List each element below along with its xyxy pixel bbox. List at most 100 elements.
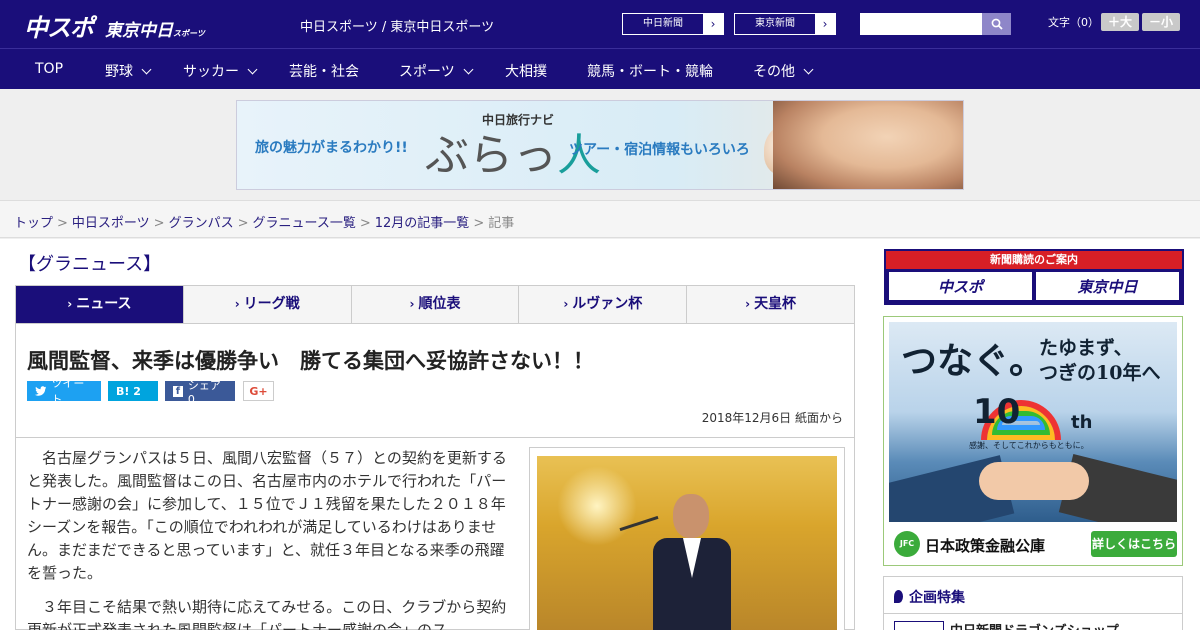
tokyo-shimbun-button[interactable]: 東京新聞 › [734, 13, 836, 35]
nav-top[interactable]: TOP [35, 61, 63, 77]
nav-racing[interactable]: 競馬・ボート・競輪 [587, 61, 713, 81]
search-input[interactable] [860, 13, 982, 35]
twitter-icon [35, 386, 47, 396]
facebook-icon: f [173, 385, 183, 397]
article-photo[interactable] [537, 456, 837, 630]
subscription-logos: 中スポ 東京中日 [886, 269, 1182, 303]
divider [884, 613, 1182, 614]
banner-right-text: ツアー・宿泊情報もいろいろ [569, 142, 750, 158]
tab-label: 順位表 [418, 296, 461, 312]
article-photo-frame [529, 447, 845, 630]
ad-organization: 日本政策金融公庫 [925, 537, 1046, 555]
hatena-label: B! 2 [116, 384, 141, 398]
tweet-button[interactable]: ツイート [27, 377, 101, 406]
tab-news[interactable]: › ニュース [16, 286, 183, 323]
top-header: 中スポ 東京中日スポーツ 中日スポーツ / 東京中日スポーツ 中日新聞 › 東京新… [0, 0, 1200, 48]
chevron-down-icon [803, 64, 814, 75]
tab-standings[interactable]: › 順位表 [350, 286, 519, 323]
article-text: 名古屋グランパスは５日、風間八宏監督（５７）との契約を更新すると発表した。風間監… [27, 447, 507, 630]
feature-title: 企画特集 [894, 587, 965, 607]
tab-levain-cup[interactable]: › ルヴァン杯 [518, 286, 686, 323]
site-names: 中日スポーツ / 東京中日スポーツ [300, 20, 495, 35]
breadcrumb-chunichi-sports[interactable]: 中日スポーツ [72, 216, 150, 231]
chevron-down-icon [463, 64, 474, 75]
nav-label: サッカー [183, 64, 239, 80]
nav-label: TOP [35, 61, 64, 77]
breadcrumb-separator: > [153, 216, 165, 231]
tab-league[interactable]: › リーグ戦 [182, 286, 351, 323]
breadcrumb-separator: > [237, 216, 249, 231]
tab-label: リーグ戦 [243, 296, 300, 312]
tab-label: 天皇杯 [754, 296, 797, 312]
breadcrumb-grampus[interactable]: グランパス [169, 216, 234, 231]
font-size-label: 文字（0） [1048, 16, 1099, 29]
nav-soccer[interactable]: サッカー [183, 61, 258, 81]
model-photo [773, 101, 963, 189]
ad-tagline: 感謝、そしてこれからもともに。 [969, 441, 1089, 450]
logo-chuspo: 中スポ [24, 14, 94, 42]
breadcrumb-top[interactable]: トップ [14, 216, 53, 231]
nav-label: 大相撲 [505, 64, 547, 80]
nav-others[interactable]: その他 [753, 61, 814, 81]
site-logo[interactable]: 中スポ 東京中日スポーツ [24, 8, 205, 43]
feature-item[interactable]: 中日新聞ドラゴンズショップ [950, 620, 1119, 630]
article-paragraph: 名古屋グランパスは５日、風間八宏監督（５７）との契約を更新すると発表した。風間監… [27, 449, 507, 582]
chevron-right-icon: › [409, 297, 415, 311]
nav-label: 競馬・ボート・競輪 [587, 64, 713, 80]
nav-sumo[interactable]: 大相撲 [505, 61, 547, 81]
section-title: 【グラニュース】 [18, 254, 162, 275]
ad-more-button[interactable]: 詳しくはこちら ▸ [1091, 531, 1177, 577]
ad-th: th [1071, 412, 1093, 433]
tab-label: ルヴァン杯 [572, 296, 643, 312]
font-larger-button[interactable]: ＋大 [1101, 13, 1139, 31]
breadcrumb-december-list[interactable]: 12月の記事一覧 [375, 216, 470, 231]
search-button[interactable] [982, 13, 1011, 35]
nav-entertainment[interactable]: 芸能・社会 [289, 61, 359, 81]
google-plus-button[interactable]: G+ [243, 381, 274, 401]
feature-title-text: 企画特集 [909, 590, 965, 606]
pin-icon [894, 590, 903, 603]
chevron-right-icon: › [563, 297, 569, 311]
logo-sports-small: スポーツ [173, 29, 205, 38]
banner-brand-small: 中日旅行ナビ [482, 113, 555, 127]
breadcrumb-bar: トップ > 中日スポーツ > グランパス > グラニュース一覧 >12月の記事一覧 > 記事 [0, 200, 1200, 238]
nav-label: 芸能・社会 [289, 64, 359, 80]
logo-tokyo-chunichi: 東京中日 [105, 21, 173, 41]
jfc-ad[interactable]: つなぐ。 たゆまず、 つぎの10年へ 10 th 感謝、そしてこれからもともに。 … [883, 316, 1183, 577]
font-smaller-button[interactable]: －小 [1142, 13, 1180, 31]
chevron-down-icon [247, 64, 258, 75]
main-content: 【グラニュース】 › ニュース › リーグ戦 › 順位表 › ルヴァン杯 › 天皇杯 風間… [0, 239, 1200, 630]
google-plus-icon: G+ [249, 384, 268, 398]
hatena-bookmark-button[interactable]: B! 2 [108, 381, 158, 401]
handshake-hands [979, 462, 1089, 500]
chunichi-shimbun-button[interactable]: 中日新聞 › [622, 13, 724, 35]
nav-label: 野球 [105, 64, 133, 80]
facebook-label: シェア 0 [187, 378, 221, 406]
chevron-right-icon: › [234, 297, 240, 311]
tab-emperors-cup[interactable]: › 天皇杯 [686, 286, 854, 323]
main-nav: TOP 野球 サッカー 芸能・社会 スポーツ 大相撲 競馬・ボート・競輪 その他 [0, 48, 1200, 89]
facebook-share-button[interactable]: f シェア 0 [165, 379, 235, 406]
breadcrumb-news-list[interactable]: グラニュース一覧 [253, 216, 356, 231]
nav-baseball[interactable]: 野球 [105, 61, 152, 81]
chevron-right-icon: › [745, 297, 751, 311]
chevron-right-icon: › [67, 297, 73, 311]
speaker-head [673, 494, 709, 538]
nav-label: その他 [753, 64, 795, 80]
feature-thumbnail[interactable] [894, 621, 944, 630]
nav-sports[interactable]: スポーツ [399, 61, 474, 81]
subscription-box[interactable]: 新聞購読のご案内 中スポ 東京中日 [884, 249, 1184, 305]
breadcrumb-separator: > [57, 216, 68, 231]
chevron-right-icon: › [815, 14, 835, 34]
breadcrumb-current: 記事 [488, 216, 515, 231]
breadcrumb: トップ > 中日スポーツ > グランパス > グラニュース一覧 >12月の記事一覧 > 記事 [14, 212, 514, 231]
ad-sub-line1: たゆまず、 [1039, 337, 1133, 359]
article-header: 風間監督、来季は優勝争い 勝てる集団へ妥協許さない！！ ツイート B! 2 f … [15, 324, 855, 438]
banner-left-text: 旅の魅力がまるわかり!! [255, 140, 408, 156]
nav-label: スポーツ [399, 64, 455, 80]
travel-banner-ad[interactable]: 旅の魅力がまるわかり!! ぶらっ人 中日旅行ナビ ツアー・宿泊情報もいろいろ [236, 100, 964, 190]
ad-image: つなぐ。 たゆまず、 つぎの10年へ 10 th 感謝、そしてこれからもともに。 [889, 322, 1177, 522]
subscribe-chuspo[interactable]: 中スポ [889, 272, 1032, 300]
article-body: 名古屋グランパスは５日、風間八宏監督（５７）との契約を更新すると発表した。風間監… [15, 438, 855, 630]
subscribe-tokyo-chunichi[interactable]: 東京中日 [1036, 272, 1179, 300]
